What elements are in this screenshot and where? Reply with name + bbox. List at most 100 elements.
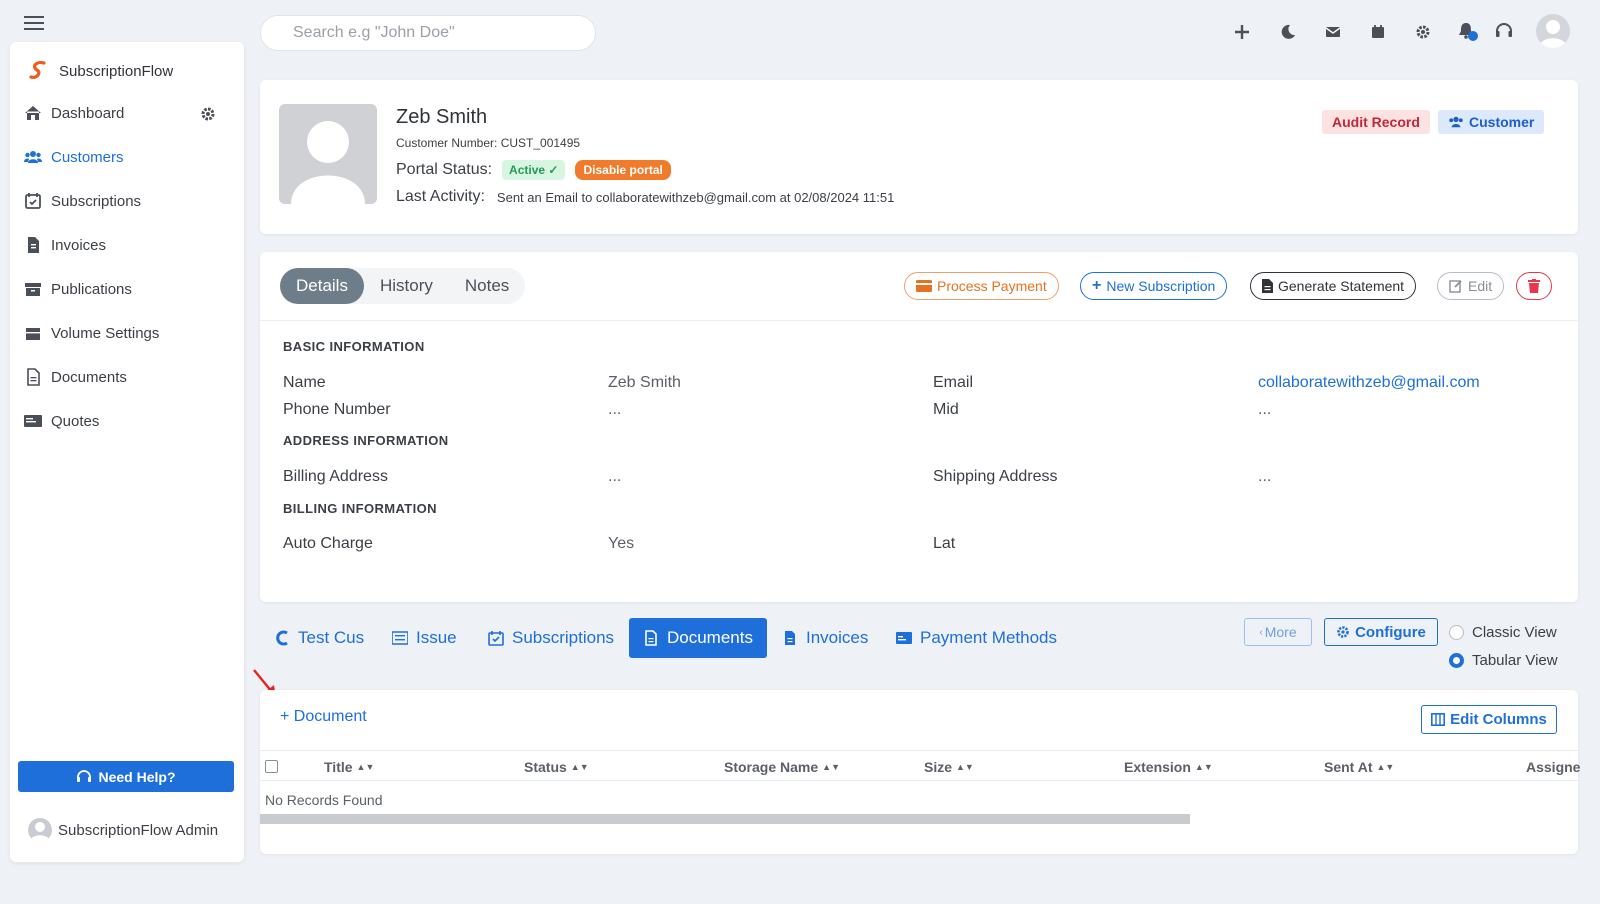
sidebar-item-volume-settings[interactable]: Volume Settings: [24, 318, 230, 348]
sidebar-item-quotes[interactable]: Quotes: [24, 406, 230, 436]
subtab-subscriptions[interactable]: Subscriptions: [474, 618, 628, 658]
trash-icon: [1528, 279, 1540, 293]
sidebar-item-label: Documents: [51, 368, 127, 386]
last-activity-label: Last Activity:: [396, 188, 485, 205]
details-tabs: Details History Notes: [280, 268, 526, 304]
calendar-icon[interactable]: [1368, 22, 1388, 42]
email-value-link[interactable]: collaboratewithzeb@gmail.com: [1258, 374, 1480, 392]
document-icon: [1262, 279, 1273, 293]
users-icon: [24, 151, 42, 163]
moon-icon[interactable]: [1278, 22, 1298, 42]
user-avatar[interactable]: [1536, 14, 1570, 48]
chevron-left-icon: ‹: [1259, 626, 1263, 638]
disable-portal-button[interactable]: Disable portal: [575, 160, 671, 180]
column-header-status[interactable]: Status ▲▼: [524, 759, 589, 775]
check-icon: ✓: [548, 163, 559, 177]
customer-badge[interactable]: Customer: [1438, 110, 1545, 134]
generate-statement-button[interactable]: Generate Statement: [1250, 272, 1417, 300]
list-icon: [392, 631, 408, 645]
sidebar-item-customers[interactable]: Customers: [24, 142, 230, 172]
column-header-extension[interactable]: Extension ▲▼: [1124, 759, 1213, 775]
column-header-sent-at[interactable]: Sent At ▲▼: [1324, 759, 1394, 775]
more-tabs-button[interactable]: ‹ More: [1244, 618, 1312, 646]
bell-icon[interactable]: [1456, 20, 1480, 44]
sidebar-item-label: Volume Settings: [51, 324, 160, 342]
column-header-title[interactable]: Title ▲▼: [324, 759, 374, 775]
phone-number-value: ...: [608, 401, 622, 418]
subtab-invoices[interactable]: Invoices: [768, 618, 882, 658]
sidebar-item-label: Quotes: [51, 412, 100, 430]
sidebar-item-invoices[interactable]: Invoices: [24, 230, 230, 260]
process-payment-button[interactable]: Process Payment: [904, 272, 1059, 300]
billing-address-value: ...: [608, 468, 622, 485]
admin-name: SubscriptionFlow Admin: [58, 821, 219, 839]
sidebar-item-subscriptions[interactable]: Subscriptions: [24, 186, 230, 216]
portal-status-badge[interactable]: Active ✓: [502, 160, 566, 180]
audit-record-button[interactable]: Audit Record: [1322, 110, 1430, 134]
tabular-view-radio[interactable]: Tabular View: [1449, 652, 1558, 669]
tab-details[interactable]: Details: [280, 268, 364, 304]
column-header-assignee[interactable]: Assigne: [1526, 759, 1580, 775]
sidebar-item-label: Publications: [51, 280, 132, 298]
auto-charge-label: Auto Charge: [283, 535, 373, 552]
column-header-storage-name[interactable]: Storage Name ▲▼: [724, 759, 840, 775]
mail-icon[interactable]: [1323, 22, 1343, 42]
tab-notes[interactable]: Notes: [449, 268, 525, 304]
test-cus-logo-icon: [276, 630, 288, 646]
subtab-documents[interactable]: Documents: [629, 618, 767, 658]
new-subscription-button[interactable]: + New Subscription: [1080, 272, 1228, 300]
column-header-size[interactable]: Size ▲▼: [924, 759, 974, 775]
billing-information-heading: BILLING INFORMATION: [283, 501, 437, 516]
empty-table-message: No Records Found: [265, 792, 383, 808]
box-icon: [26, 328, 40, 340]
gear-icon[interactable]: [1413, 22, 1433, 42]
sidebar-item-publications[interactable]: Publications: [24, 274, 230, 304]
portal-status-row: Portal Status: Active ✓ Disable portal: [396, 160, 671, 180]
tab-history[interactable]: History: [364, 268, 449, 304]
shipping-address-label: Shipping Address: [933, 468, 1058, 485]
user-silhouette-icon: [1539, 20, 1567, 48]
configure-button[interactable]: Configure: [1324, 618, 1438, 646]
horizontal-scrollbar[interactable]: [260, 814, 1190, 824]
edit-columns-button[interactable]: Edit Columns: [1421, 705, 1557, 734]
add-document-button[interactable]: + Document: [280, 708, 367, 726]
sort-icon: ▲▼: [570, 762, 589, 772]
subtab-test-cus[interactable]: Test Cus: [260, 618, 378, 658]
delete-button[interactable]: [1516, 272, 1552, 300]
mid-value: ...: [1258, 401, 1272, 418]
classic-view-radio[interactable]: Classic View: [1449, 624, 1557, 641]
subtab-issue[interactable]: Issue: [378, 618, 471, 658]
avatar: [28, 818, 52, 842]
calendar-check-icon: [488, 631, 504, 646]
user-silhouette-icon: [30, 822, 50, 842]
hamburger-menu-icon[interactable]: [24, 14, 46, 32]
phone-number-label: Phone Number: [283, 401, 391, 418]
sidebar: SubscriptionFlow Dashboard Customers Sub…: [10, 42, 244, 862]
app-logo[interactable]: SubscriptionFlow: [28, 60, 173, 82]
admin-user[interactable]: SubscriptionFlow Admin: [28, 818, 218, 842]
customer-details-card: Details History Notes Process Payment + …: [260, 252, 1578, 602]
sidebar-item-documents[interactable]: Documents: [24, 362, 230, 392]
name-value: Zeb Smith: [608, 374, 681, 391]
select-all-checkbox[interactable]: [265, 760, 278, 773]
radio-circle-selected: [1449, 653, 1464, 668]
sidebar-item-label: Dashboard: [51, 104, 125, 122]
search-input[interactable]: [260, 15, 596, 51]
subtab-payment-methods[interactable]: Payment Methods: [882, 618, 1071, 658]
need-help-label: Need Help?: [98, 768, 176, 785]
customer-profile-card: Zeb Smith Customer Number: CUST_001495 P…: [260, 80, 1578, 234]
sort-icon: ▲▼: [356, 762, 375, 772]
details-divider: [260, 320, 1578, 321]
need-help-button[interactable]: Need Help?: [18, 761, 234, 792]
address-information-heading: ADDRESS INFORMATION: [283, 433, 449, 448]
edit-button[interactable]: Edit: [1437, 272, 1505, 300]
customer-photo: [279, 104, 377, 204]
invoice-icon: [785, 631, 795, 645]
quotes-icon: [24, 415, 42, 427]
dashboard-settings-gear-icon[interactable]: [200, 106, 216, 122]
plus-icon[interactable]: [1232, 22, 1252, 42]
radio-circle: [1449, 625, 1464, 640]
sort-icon: ▲▼: [1376, 762, 1395, 772]
headset-support-icon[interactable]: [1494, 22, 1514, 42]
calendar-check-icon: [25, 193, 41, 209]
